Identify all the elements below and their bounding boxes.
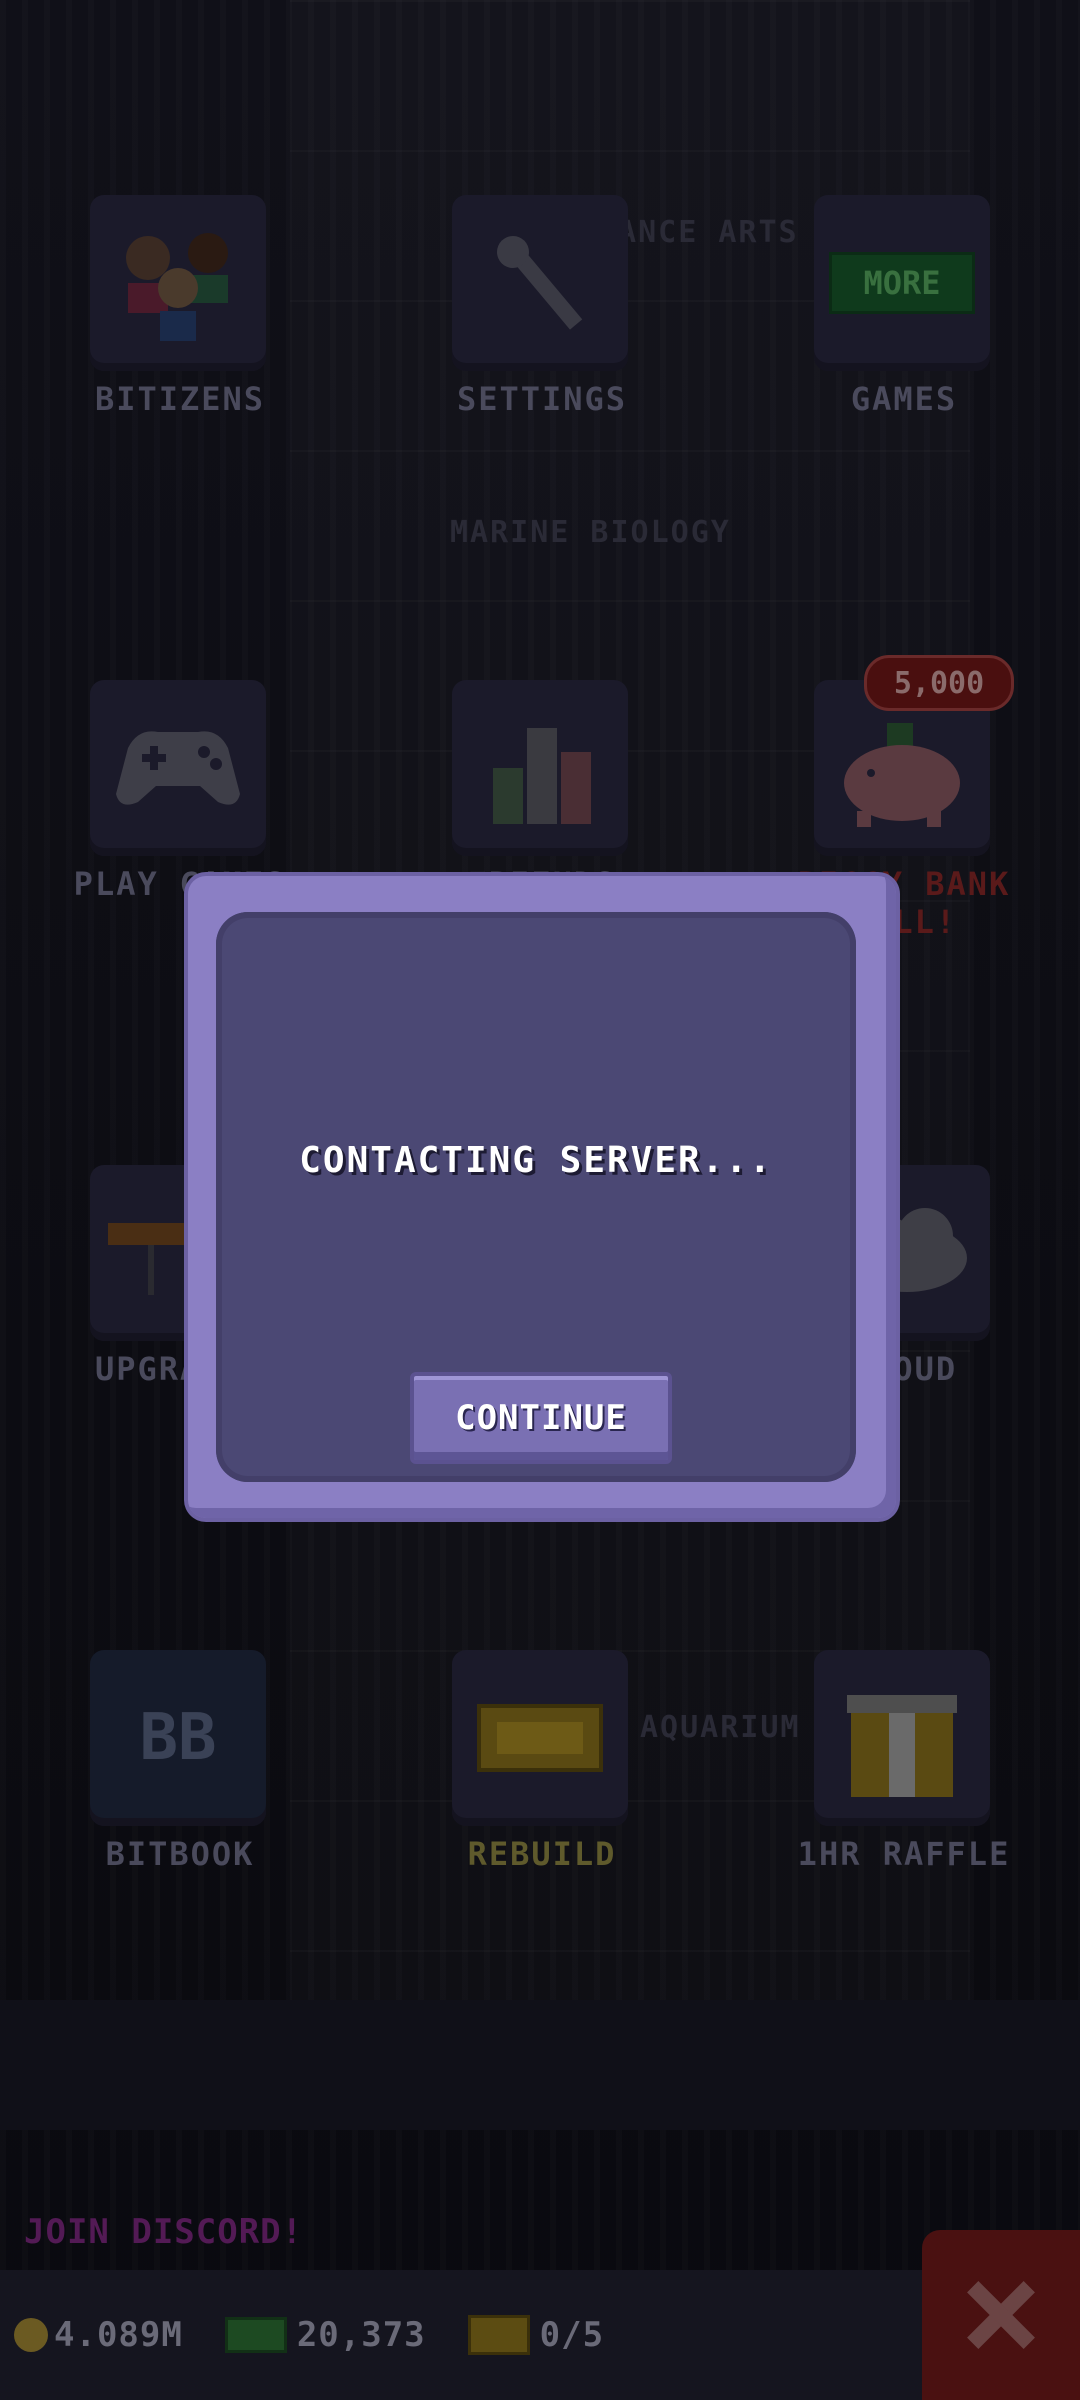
server-dialog: CONTACTING SERVER... CONTINUE <box>188 876 896 1518</box>
continue-button[interactable]: CONTINUE <box>410 1372 672 1464</box>
dialog-panel: CONTACTING SERVER... CONTINUE <box>216 912 856 1482</box>
dialog-message: CONTACTING SERVER... <box>299 1140 773 1181</box>
